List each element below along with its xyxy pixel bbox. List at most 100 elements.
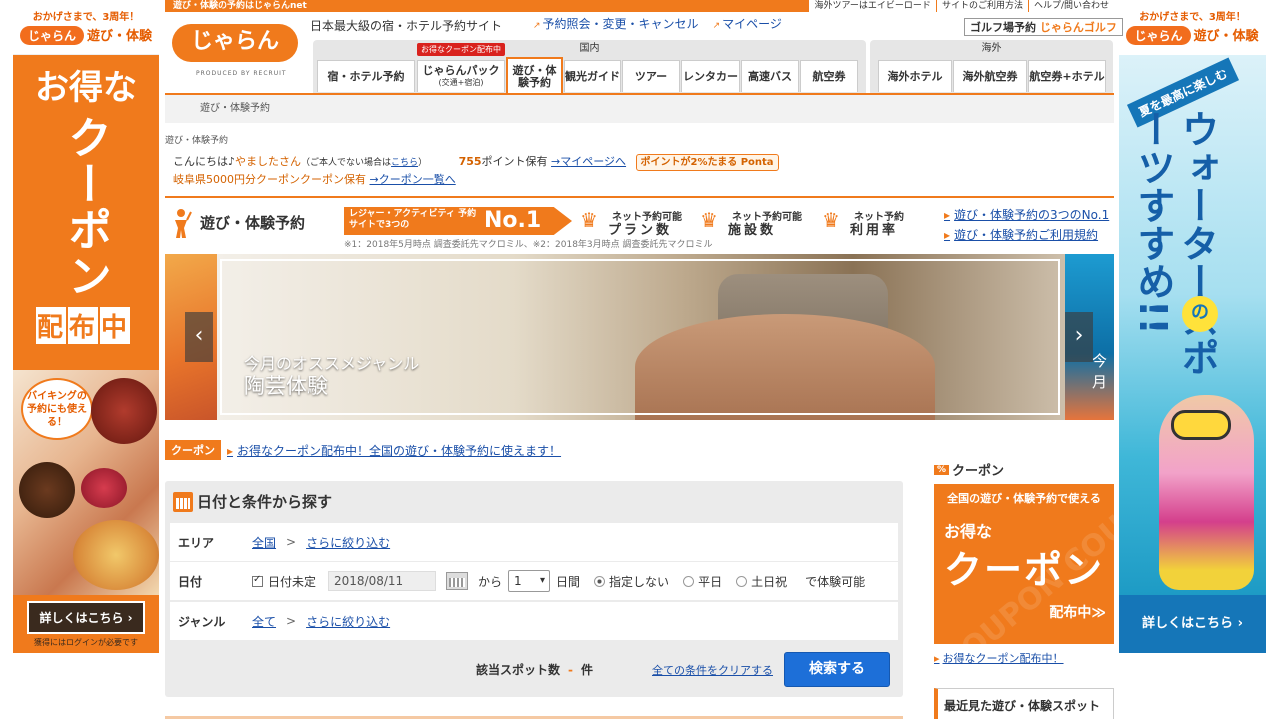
crown-plan-count: ♛ ネット予約可能 プラン数 [580,206,700,238]
link-help[interactable]: ヘルプ/問い合わせ [1027,0,1114,12]
area-value-link[interactable]: 全国 [252,534,276,551]
radio-unspecified[interactable] [594,575,606,587]
haifu-char: 布 [68,307,99,344]
snorkel-mask-image [1171,410,1231,440]
ad-left-bubble: バイキングの予約にも使える！ [21,378,93,440]
tab-activities[interactable]: 遊び・体験予約 [506,57,563,94]
tab-label: 観光ガイド [565,69,620,83]
tab-label: 航空券 [812,69,846,83]
ad-left-footer: 詳しくはこちら › 獲得にはログインが必要です [13,595,159,653]
genre-refine-link[interactable]: さらに絞り込む [306,613,390,630]
tab-flight[interactable]: 航空券 [800,60,858,92]
coupon-holding-line: 岐阜県5000円分クーポンクーポン保有 →クーポン一覧へ [173,171,456,187]
calendar-picker-icon[interactable] [446,572,469,590]
area-refine-link[interactable]: さらに絞り込む [306,534,390,551]
sub-navigation[interactable]: 遊び・体験予約 [165,95,1114,123]
tab-label: レンタカー [683,69,738,83]
greeting-note-pre: （ご本人でない場合は [301,158,392,168]
right-coupon-banner[interactable]: COUPON COUPON 全国の遊び・体験予約で使える お得な クーポン 配布… [934,484,1114,644]
top-strip-links: 海外ツアーはエイビーロード サイトのご利用方法 ヘルプ/問い合わせ [808,0,1114,12]
right-coupon-link[interactable]: お得なクーポン配布中！ [934,650,1064,666]
reservation-inquiry-link[interactable]: 予約照会・変更・キャンセル [533,15,699,32]
percent-icon: % [934,464,950,475]
mypage-link-2[interactable]: →マイページへ [551,155,626,168]
date-undecided-checkbox[interactable] [252,574,263,587]
breadcrumb: 遊び・体験予約 [165,136,229,146]
tab-overseas-hotel[interactable]: 海外ホテル [878,60,952,92]
crown-facility-count: ♛ ネット予約可能 施設数 [700,206,820,238]
greeting-line: こんにちは♪やましたさん（ご本人でない場合はこちら） 755ポイント保有 →マイ… [173,153,779,172]
date-input[interactable]: 2018/08/11 [328,571,437,591]
tab-guide[interactable]: 観光ガイド [564,60,621,92]
carousel-prev-button[interactable]: ‹ [185,312,213,362]
jalan-logo[interactable]: じゃらん [172,24,298,62]
spot-count: 該当スポット数 - 件 [476,661,593,678]
top-strip: 遊び・体験の予約はじゃらんnet 海外ツアーはエイビーロード サイトのご利用方法… [165,0,1114,12]
search-button[interactable]: 検索する [784,652,890,687]
ad-left-v1: お得な [35,68,137,108]
right-banner-ad[interactable]: おかげさまで、3周年！ じゃらん 遊び・体験 夏を最高に楽しむ ウォータースポーツ… [1119,0,1266,653]
logo-produced-by: PRODUCED BY RECRUIT [196,70,287,77]
tab-overseas-flight[interactable]: 海外航空券 [953,60,1027,92]
tab-tour[interactable]: ツアー [622,60,680,92]
three-no1-link[interactable]: 遊び・体験予約の3つのNo.1 [944,205,1109,225]
left-banner-ad[interactable]: おかげさまで、3周年！ じゃらん 遊び・体験 お得な クーポン 配布中 バイキング… [13,0,159,653]
golf-booking-button[interactable]: ゴルフ場予約 じゃらんゴルフ [964,18,1123,36]
link-site-usage[interactable]: サイトのご利用方法 [935,0,1028,12]
ad-right-no-badge: の [1182,296,1218,332]
hero-caption-main: 陶芸体験 [244,374,328,398]
ad-right-details-button[interactable]: 詳しくはこちら › [1119,595,1266,653]
area-row: エリア 全国 > さらに絞り込む [170,523,898,561]
available-label: で体験可能 [805,574,866,589]
tab-rentacar[interactable]: レンタカー [681,60,740,92]
search-box: 日付と条件から探す エリア 全国 > さらに絞り込む 日付 日付未定 2018/… [165,481,903,697]
not-me-link[interactable]: こちら [391,158,418,168]
ad-right-anniversary: おかげさまで、3周年！ [1139,12,1246,23]
mypage-link[interactable]: マイページ [713,15,782,32]
coupon-banner-line1: 全国の遊び・体験予約で使える [947,492,1101,505]
ad-left-v2: クーポン [60,115,111,299]
genre-value-link[interactable]: 全て [252,613,276,630]
count-label: 該当スポット数 [476,663,561,677]
coupon-list-link[interactable]: →クーポン一覧へ [370,173,456,186]
tab-jalan-pack[interactable]: じゃらんパック (交通+宿泊) [417,60,505,92]
site-tagline: 日本最大級の宿・ホテル予約サイト [310,19,503,33]
no1-banner: レジャー・アクティビティ 予約サイトで3つの No.1 [344,207,572,235]
tab-label: 航空券+ホテル [1029,69,1105,83]
radio-weekend[interactable] [736,575,748,587]
dish-image [81,468,127,508]
golf-label: ゴルフ場予約 [970,21,1036,34]
next-slide-caption: 今月 [1092,352,1108,391]
days-select[interactable]: 1 [508,570,551,592]
terms-link[interactable]: 遊び・体験予約ご利用規約 [944,225,1109,245]
haifu-char: 配 [36,307,67,344]
radio-weekday[interactable] [683,575,695,587]
ad-left-food-image: バイキングの予約にも使える！ [13,370,159,595]
ad-left-anniversary: おかげさまで、3周年！ [32,12,140,23]
ponta-badge[interactable]: ポイントが2%たまる Ponta [635,154,779,171]
coupon-bar: クーポン お得なクーポン配布中！全国の遊び・体験予約に使えます！ [165,440,561,460]
date-label: 日付 [178,574,203,589]
count-value: - [568,663,573,677]
tab-label: じゃらんパック [422,63,500,77]
ad-left-haifu: 配布中 [35,307,131,344]
ad-left-body: お得な クーポン 配布中 [13,55,159,370]
crown-icon: ♛ [700,208,718,232]
tab-label: 遊び・体験予約 [512,63,557,89]
tab-bus[interactable]: 高速バス [741,60,799,92]
ad-left-details-button[interactable]: 詳しくはこちら › [27,601,145,634]
right-coupon-heading-text: クーポン [952,464,1005,479]
carousel-next-button[interactable]: › [1065,312,1093,362]
days-unit: 日間 [556,574,581,589]
chevron-right-icon: > [286,614,297,628]
ad-left-brand2: 遊び・体験 [87,29,153,44]
clear-conditions-link[interactable]: 全ての条件をクリアする [652,662,773,678]
search-title: 日付と条件から探す [173,491,332,512]
tab-hotel[interactable]: 宿・ホテル予約 [317,60,415,92]
coupon-bar-link[interactable]: お得なクーポン配布中！全国の遊び・体験予約に使えます！ [227,442,561,459]
no1-small: レジャー・アクティビティ 予約サイトで3つの [349,209,477,230]
tab-flight-hotel[interactable]: 航空券+ホテル [1028,60,1106,92]
ad-right-vertical-text: ウォータースポーツすすめ!! [1131,110,1219,376]
hero-carousel[interactable]: 今月のオススメジャンル 陶芸体験 今月 ‹ › [165,254,1114,420]
link-ab-road[interactable]: 海外ツアーはエイビーロード [808,0,936,12]
